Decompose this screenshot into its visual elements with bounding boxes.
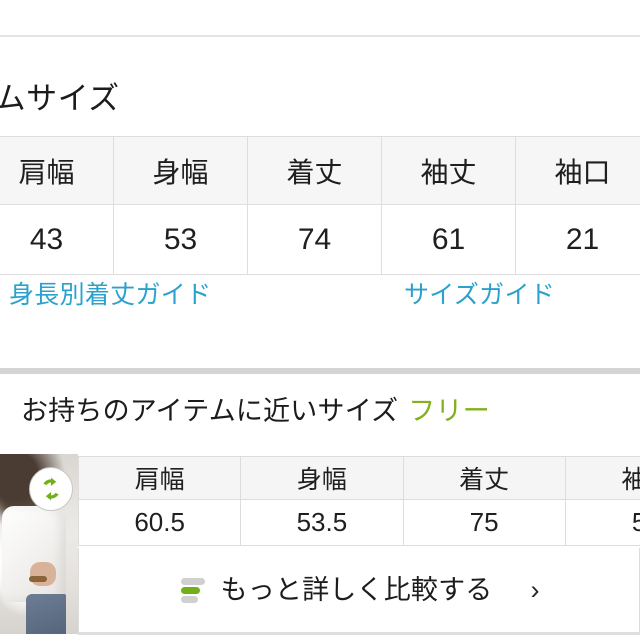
thumbnail-jeans-shape [26, 594, 66, 634]
swap-refresh-icon[interactable] [29, 467, 73, 511]
table-header-row: 肩幅 身幅 着丈 袖丈 [77, 456, 640, 500]
compare-heading: お持ちのアイテムに近いサイズ フリー [21, 392, 490, 430]
compare-more-content: もっと詳しく比較する › [179, 573, 540, 607]
thumbnail-bracelet-shape [29, 576, 47, 582]
height-length-guide-link[interactable]: 身長別着丈ガイド [9, 278, 211, 312]
table-header-row: 肩幅 身幅 着丈 袖丈 袖口 [0, 136, 640, 205]
column-header-sleeve: 袖丈 [564, 456, 640, 500]
compare-more-button[interactable]: もっと詳しく比較する › [78, 548, 640, 633]
cell-shoulder: 60.5 [77, 499, 242, 546]
column-header-shoulder: 肩幅 [0, 136, 114, 205]
size-guide-link[interactable]: サイズガイド [404, 278, 555, 312]
column-header-cuff: 袖口 [515, 136, 640, 205]
page-title: テムサイズ [0, 81, 120, 116]
section-separator [0, 368, 640, 374]
selected-size-tag: フリー [408, 396, 490, 426]
compare-more-label: もっと詳しく比較する [220, 575, 493, 605]
item-size-page: テムサイズ 肩幅 身幅 着丈 袖丈 袖口 43 53 74 61 21 身長別着 [0, 0, 640, 640]
chevron-right-icon: › [530, 575, 540, 605]
cell-length: 75 [402, 499, 566, 546]
column-header-chest: 身幅 [240, 456, 404, 500]
item-size-table: 肩幅 身幅 着丈 袖丈 袖口 43 53 74 61 21 [0, 136, 640, 275]
cell-cuff: 21 [515, 204, 640, 275]
cell-shoulder: 43 [0, 204, 114, 275]
compare-block: 肩幅 身幅 着丈 袖丈 60.5 53.5 75 50 [0, 454, 640, 634]
column-header-length: 着丈 [402, 456, 566, 500]
thumbnail-arm-shape [30, 562, 56, 586]
column-header-length: 着丈 [247, 136, 382, 205]
cell-chest: 53 [113, 204, 248, 275]
thumbnail-shirt-shape [2, 506, 66, 602]
cell-sleeve: 61 [381, 204, 516, 275]
cell-sleeve: 50 [564, 499, 640, 546]
cell-length: 74 [247, 204, 382, 275]
guide-links: 身長別着丈ガイド サイズガイド [0, 278, 640, 318]
table-row: 43 53 74 61 21 [0, 204, 640, 275]
table-row: 60.5 53.5 75 50 [77, 499, 640, 546]
column-header-sleeve: 袖丈 [381, 136, 516, 205]
compare-heading-text: お持ちのアイテムに近いサイズ [21, 396, 399, 426]
cell-chest: 53.5 [240, 499, 404, 546]
column-header-shoulder: 肩幅 [77, 456, 242, 500]
reference-item-thumbnail[interactable] [0, 454, 78, 634]
compare-bars-icon [179, 576, 207, 604]
compare-size-table: 肩幅 身幅 着丈 袖丈 60.5 53.5 75 50 [77, 456, 640, 546]
top-divider [0, 35, 640, 37]
bottom-divider [78, 632, 640, 635]
column-header-chest: 身幅 [113, 136, 248, 205]
